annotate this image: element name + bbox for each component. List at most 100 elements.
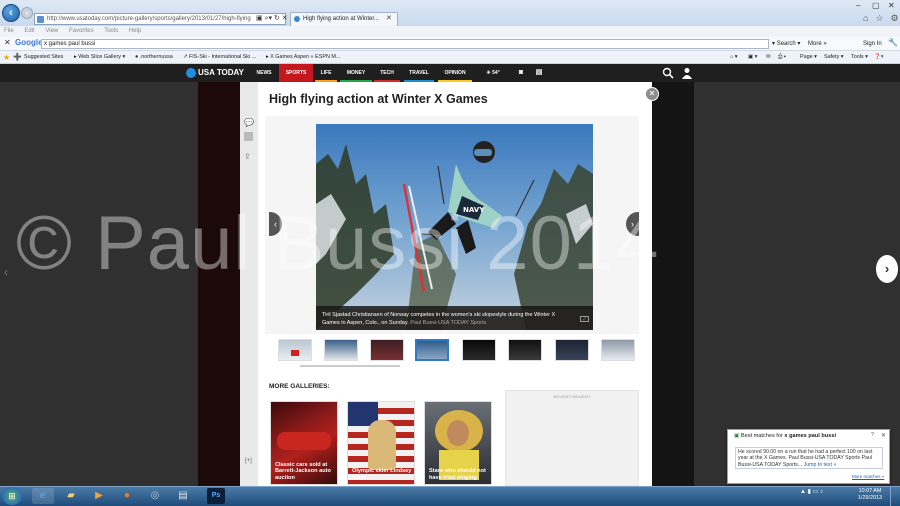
menu-tools[interactable]: Tools [104, 28, 118, 34]
clock[interactable]: 10:07 AM 1/29/2013 [858, 488, 882, 502]
app-taskbar-icon[interactable]: ◎ [144, 488, 166, 504]
explorer-taskbar-icon[interactable]: ▰ [60, 488, 82, 504]
back-button[interactable]: ‹ [2, 4, 20, 22]
nav-money[interactable]: MONEY [340, 64, 372, 82]
firefox-taskbar-icon[interactable]: ● [116, 488, 138, 504]
thumbnail-6[interactable] [508, 339, 542, 361]
page-menu[interactable]: Page ▾ [800, 51, 817, 64]
close-window-button[interactable]: ✕ [888, 1, 895, 10]
start-button[interactable]: ⊞ [2, 487, 22, 505]
user-icon[interactable] [682, 67, 692, 79]
jump-to-text-link[interactable]: Jump to text » [804, 462, 837, 468]
print-icon[interactable]: ⎙ ▾ [778, 51, 786, 64]
toolbar-close-icon[interactable]: ✕ [4, 38, 11, 47]
nav-news[interactable]: NEWS [251, 64, 277, 82]
volume-icon[interactable]: ♪ [820, 489, 823, 495]
photoshop-taskbar-icon[interactable]: Ps [207, 488, 225, 504]
usa-today-logo[interactable]: USA TODAY [186, 64, 244, 82]
more-matches-link[interactable]: More matches » [852, 474, 884, 479]
thumbnail-8[interactable] [601, 339, 635, 361]
menu-view[interactable]: View [45, 28, 58, 34]
forward-button[interactable]: › [21, 7, 33, 19]
favorite-web-slice-gallery[interactable]: ▸ Web Slice Gallery ▾ [74, 51, 125, 64]
ie-taskbar-icon[interactable]: ℯ [32, 488, 54, 504]
feeds-icon[interactable]: ▣ ▾ [748, 51, 757, 64]
safety-menu-label: Safety [824, 54, 840, 60]
favorites-star-icon[interactable]: ★ [3, 51, 10, 64]
nav-tech[interactable]: TECH [374, 64, 400, 82]
menu-edit[interactable]: Edit [24, 28, 34, 34]
favorites-star-icon[interactable]: ☆ [875, 13, 883, 23]
refresh-icon[interactable]: ↻ [274, 15, 280, 22]
network-icon[interactable]: ▮ [808, 489, 811, 495]
minimize-button[interactable]: – [856, 1, 860, 10]
safety-menu[interactable]: Safety ▾ [824, 51, 844, 64]
next-gallery-arrow-icon[interactable]: › [876, 255, 898, 283]
comment-icon[interactable]: 💬 [244, 118, 254, 127]
address-tools[interactable]: ▣ ⌕▾ ↻ ✕ [256, 13, 288, 24]
tab-gallery[interactable]: High flying action at Winter... [290, 12, 398, 26]
favorite-fis-ski[interactable]: ↗ FIS-Ski - International Ski ... [183, 51, 256, 64]
thumbnail-4-selected[interactable] [415, 339, 449, 361]
tab-favicon [294, 16, 300, 22]
thumbnail-5[interactable] [462, 339, 496, 361]
popup-close-icon[interactable]: ✕ [881, 432, 886, 439]
mail-icon[interactable]: ✉ [766, 51, 771, 64]
thumbnail-3[interactable] [370, 339, 404, 361]
thumbnail-scrollbar[interactable] [300, 365, 400, 367]
background-prev-arrow-icon[interactable]: ‹ [4, 265, 8, 279]
nav-life[interactable]: LIFE [315, 64, 337, 82]
gear-icon[interactable]: ⚙ [891, 13, 899, 23]
thumb-detail [291, 350, 299, 356]
search-dropdown-icon[interactable]: ⌕▾ [265, 15, 272, 22]
google-search-button[interactable]: ▾ Search ▾ [772, 39, 800, 49]
camera-icon[interactable]: ◙ [514, 64, 528, 82]
thumbnail-7[interactable] [555, 339, 589, 361]
share-icon[interactable]: ⇪ [244, 152, 251, 161]
google-search-input[interactable]: x games paul bussi [41, 39, 769, 49]
search-icon[interactable] [662, 67, 674, 79]
nav-weather[interactable]: ☀ 54° [478, 64, 508, 82]
expand-icon[interactable]: [+] [245, 458, 252, 464]
wrench-icon[interactable]: 🔧 [888, 38, 898, 47]
media-icon[interactable]: ▤ [532, 64, 546, 82]
add-favorites-icon[interactable]: ➕ [13, 51, 22, 64]
gallery-card-stars-singing[interactable]: Stars who should not have tried singing [424, 401, 492, 485]
tray-arrow-icon[interactable]: ▲ [800, 489, 806, 495]
favorite-suggested-sites[interactable]: Suggested Sites [24, 51, 63, 64]
media-player-taskbar-icon[interactable]: ▶ [88, 488, 110, 504]
home-command-icon[interactable]: ⌂ ▾ [730, 51, 737, 64]
thumbnail-1[interactable] [278, 339, 312, 361]
document-taskbar-icon[interactable]: ▤ [172, 488, 194, 504]
address-bar[interactable]: http://www.usatoday.com/picture-gallery/… [34, 13, 286, 25]
advertisement-slot[interactable] [505, 390, 639, 486]
help-icon[interactable]: ❓▾ [874, 51, 883, 64]
thumbnail-2[interactable] [324, 339, 358, 361]
menu-favorites[interactable]: Favorites [69, 28, 94, 34]
show-desktop-button[interactable] [890, 487, 900, 506]
nav-sports[interactable]: SPORTS [279, 64, 313, 82]
tab-close-icon[interactable]: ✕ [386, 14, 392, 22]
battery-icon[interactable]: ▭ [813, 489, 819, 495]
fullscreen-icon[interactable]: ⤢ [580, 316, 589, 322]
favorite-northernussa[interactable]: ● .northernussa [135, 51, 173, 64]
facebook-icon[interactable] [244, 132, 253, 141]
favorite-x-games-aspen[interactable]: ▸ X Games Aspen « ESPN M... [266, 51, 340, 64]
gallery-card-lindsey-vonn[interactable]: Olympic skier Lindsey Vonn [347, 401, 415, 485]
google-more-button[interactable]: More » [808, 39, 827, 49]
nav-opinion[interactable]: OPINION [438, 64, 472, 82]
compat-icon[interactable]: ▣ [256, 15, 263, 22]
gallery-card-classic-cars[interactable]: Classic cars sold at Barrett-Jackson aut… [270, 401, 338, 485]
home-icon[interactable]: ⌂ [863, 13, 868, 23]
popup-help-icon[interactable]: ? [871, 432, 874, 438]
popup-result[interactable]: He scored 90.00 on a run that he had a p… [735, 447, 883, 469]
nav-travel[interactable]: TRAVEL [404, 64, 434, 82]
close-icon[interactable]: ✕ [645, 87, 659, 101]
google-signin-link[interactable]: Sign In [863, 39, 882, 49]
maximize-button[interactable]: ▢ [872, 1, 880, 10]
menu-help[interactable]: Help [129, 28, 141, 34]
tools-menu[interactable]: Tools ▾ [851, 51, 868, 64]
gallery-card-label: Classic cars sold at Barrett-Jackson aut… [275, 461, 331, 481]
stop-icon[interactable]: ✕ [282, 15, 288, 22]
menu-file[interactable]: File [4, 28, 14, 34]
